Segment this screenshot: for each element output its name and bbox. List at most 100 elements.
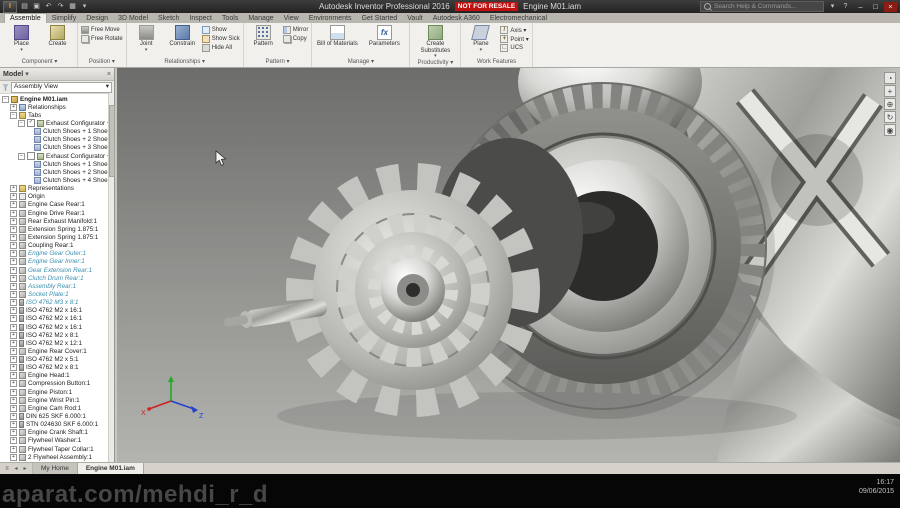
panel-label-relationships[interactable]: Relationships ▾ [130,58,240,67]
tool-ucs[interactable]: ∟ UCS [500,44,528,52]
expand-toggle-icon[interactable]: − [2,95,9,103]
tool-parameters[interactable]: fx Parameters [362,24,406,48]
tree-item-coupling-rear-1[interactable]: + Coupling Rear:1 [0,242,114,250]
expand-toggle-icon[interactable]: − [18,119,25,127]
ribbon-tab-3d-model[interactable]: 3D Model [113,14,153,23]
tool-pattern[interactable]: Pattern [247,24,280,48]
ribbon-tab-assemble[interactable]: Assemble [4,13,47,23]
expand-toggle-icon[interactable]: + [10,404,17,412]
tool-constrain[interactable]: Constrain [166,24,199,48]
ribbon-tab-design[interactable]: Design [81,14,113,23]
tree-item-engine-gear-outer-1[interactable]: + Engine Gear Outer:1 [0,250,114,258]
expand-toggle-icon[interactable]: + [10,233,17,241]
tree-item-iso-4762-m2-x-16-1[interactable]: + ISO 4762 M2 x 16:1 [0,323,114,331]
tree-item-clutch-shoes-1-shoe[interactable]: Clutch Shoes + 1 Shoe [0,160,114,168]
tree-item-clutch-shoes-2-shoe[interactable]: Clutch Shoes + 2 Shoe [0,136,114,144]
tree-item-extension-spring-1-875-1[interactable]: + Extension Spring 1.875:1 [0,233,114,241]
panel-label-component[interactable]: Component ▾ [5,58,74,67]
expand-toggle-icon[interactable]: − [18,152,25,160]
expand-toggle-icon[interactable]: + [10,307,17,315]
expand-toggle-icon[interactable]: + [10,437,17,445]
ribbon-tab-environments[interactable]: Environments [304,14,357,23]
browser-close-icon[interactable]: × [107,71,111,78]
expand-toggle-icon[interactable]: + [10,258,17,266]
tree-item-tabs[interactable]: − Tabs [0,111,114,119]
tree-item-iso-4762-m2-x-5-1[interactable]: + ISO 4762 M2 x 5:1 [0,356,114,364]
expand-toggle-icon[interactable]: + [10,388,17,396]
undo-icon[interactable]: ↶ [44,2,53,11]
ribbon-tab-tools[interactable]: Tools [217,14,243,23]
tree-item-engine-cam-rod-1[interactable]: + Engine Cam Rod:1 [0,404,114,412]
tree-item-stn-024630-skf-6-000-1[interactable]: + STN 024630 SKF 6.000:1 [0,421,114,429]
configuration-checkbox[interactable] [27,152,35,161]
tree-item-socket-plate-1[interactable]: + Socket Plate:1 [0,290,114,298]
tree-item-origin[interactable]: + Origin [0,193,114,201]
minimize-button[interactable]: – [854,2,867,12]
tool-free-move[interactable]: Free Move [81,26,123,34]
expand-toggle-icon[interactable]: + [10,413,17,421]
tree-item-flywheel-taper-collar-1[interactable]: + Flywheel Taper Collar:1 [0,445,114,453]
panel-label-position[interactable]: Position ▾ [81,58,123,67]
document-tab-my-home[interactable]: My Home [33,463,78,474]
browser-header-dropdown-icon[interactable]: ▾ [25,70,29,78]
tree-item-iso-4762-m2-x-12-1[interactable]: + ISO 4762 M2 x 12:1 [0,339,114,347]
expand-toggle-icon[interactable]: + [10,364,17,372]
ribbon-tab-autodesk-a360[interactable]: Autodesk A360 [428,14,485,23]
tree-item-engine-piston-1[interactable]: + Engine Piston:1 [0,388,114,396]
scrollbar-thumb[interactable] [109,105,115,177]
tree-item-engine-head-1[interactable]: + Engine Head:1 [0,372,114,380]
expand-toggle-icon[interactable]: + [10,453,17,461]
tree-item-clutch-shoes-2-shoe[interactable]: Clutch Shoes + 2 Shoe [0,168,114,176]
tree-item-engine-wrist-pin-1[interactable]: + Engine Wrist Pin:1 [0,396,114,404]
docbar-nav-icon-1[interactable]: ◂ [12,465,20,472]
tool-point[interactable]: + Point ▾ [500,35,529,43]
expand-toggle-icon[interactable]: + [10,323,17,331]
expand-toggle-icon[interactable]: + [10,193,17,201]
configuration-checkbox[interactable]: ✓ [27,119,35,128]
document-tab-engine-m01-iam[interactable]: Engine M01.iam [77,463,144,474]
expand-toggle-icon[interactable]: + [10,290,17,298]
zoom-icon[interactable]: ⊕ [884,98,896,110]
tree-item-engine-rear-cover-1[interactable]: + Engine Rear Cover:1 [0,347,114,355]
expand-toggle-icon[interactable]: + [10,250,17,258]
orbit-icon[interactable]: ↻ [884,111,896,123]
tree-item-compression-button-1[interactable]: + Compression Button:1 [0,380,114,388]
print-icon[interactable]: ▦ [68,2,77,11]
tool-axis[interactable]: / Axis ▾ [500,26,528,34]
filter-icon[interactable] [2,83,9,91]
viewport-render[interactable]: X Z [117,68,900,462]
ribbon-tab-get-started[interactable]: Get Started [356,14,402,23]
expand-toggle-icon[interactable]: + [10,266,17,274]
expand-toggle-icon[interactable]: + [10,356,17,364]
tool-show[interactable]: Show [201,26,240,34]
tool-create[interactable]: Create [41,24,74,48]
ribbon-tab-vault[interactable]: Vault [402,14,427,23]
tree-item-exhaust-configurator-side[interactable]: − Exhaust Configurator + Side [0,152,114,161]
search-input[interactable] [714,3,820,10]
tool-create-substitutes[interactable]: Create Substitutes ▾ [413,24,457,59]
expand-toggle-icon[interactable]: + [10,185,17,193]
docbar-nav-icon-2[interactable]: ▸ [21,465,29,472]
expand-toggle-icon[interactable]: + [10,274,17,282]
browser-header[interactable]: Model ▾ × [0,68,114,81]
tree-item-iso-4762-m2-x-16-1[interactable]: + ISO 4762 M2 x 16:1 [0,315,114,323]
close-button[interactable]: × [884,1,897,12]
expand-toggle-icon[interactable]: + [10,201,17,209]
tool-joint[interactable]: Joint ▾ [130,24,163,53]
tool-show-sick[interactable]: Show Sick [201,35,240,43]
panel-label-pattern[interactable]: Pattern ▾ [247,58,309,67]
expand-toggle-icon[interactable]: + [10,445,17,453]
expand-toggle-icon[interactable]: + [10,209,17,217]
help-icon[interactable]: ? [841,2,850,11]
expand-toggle-icon[interactable]: + [10,217,17,225]
tree-item-relationships[interactable]: + Relationships [0,103,114,111]
expand-toggle-icon[interactable]: + [10,339,17,347]
tool-mirror[interactable]: Mirror [282,26,308,34]
dropdown-arrow-icon[interactable]: ▾ [20,47,23,53]
browser-scrollbar[interactable] [108,93,115,462]
pan-icon[interactable]: + [884,85,896,97]
tool-place[interactable]: Place ▾ [5,24,38,53]
expand-toggle-icon[interactable]: + [10,421,17,429]
tree-item-clutch-shoes-3-shoe[interactable]: Clutch Shoes + 3 Shoe [0,144,114,152]
tree-item-engine-gear-inner-1[interactable]: + Engine Gear Inner:1 [0,258,114,266]
